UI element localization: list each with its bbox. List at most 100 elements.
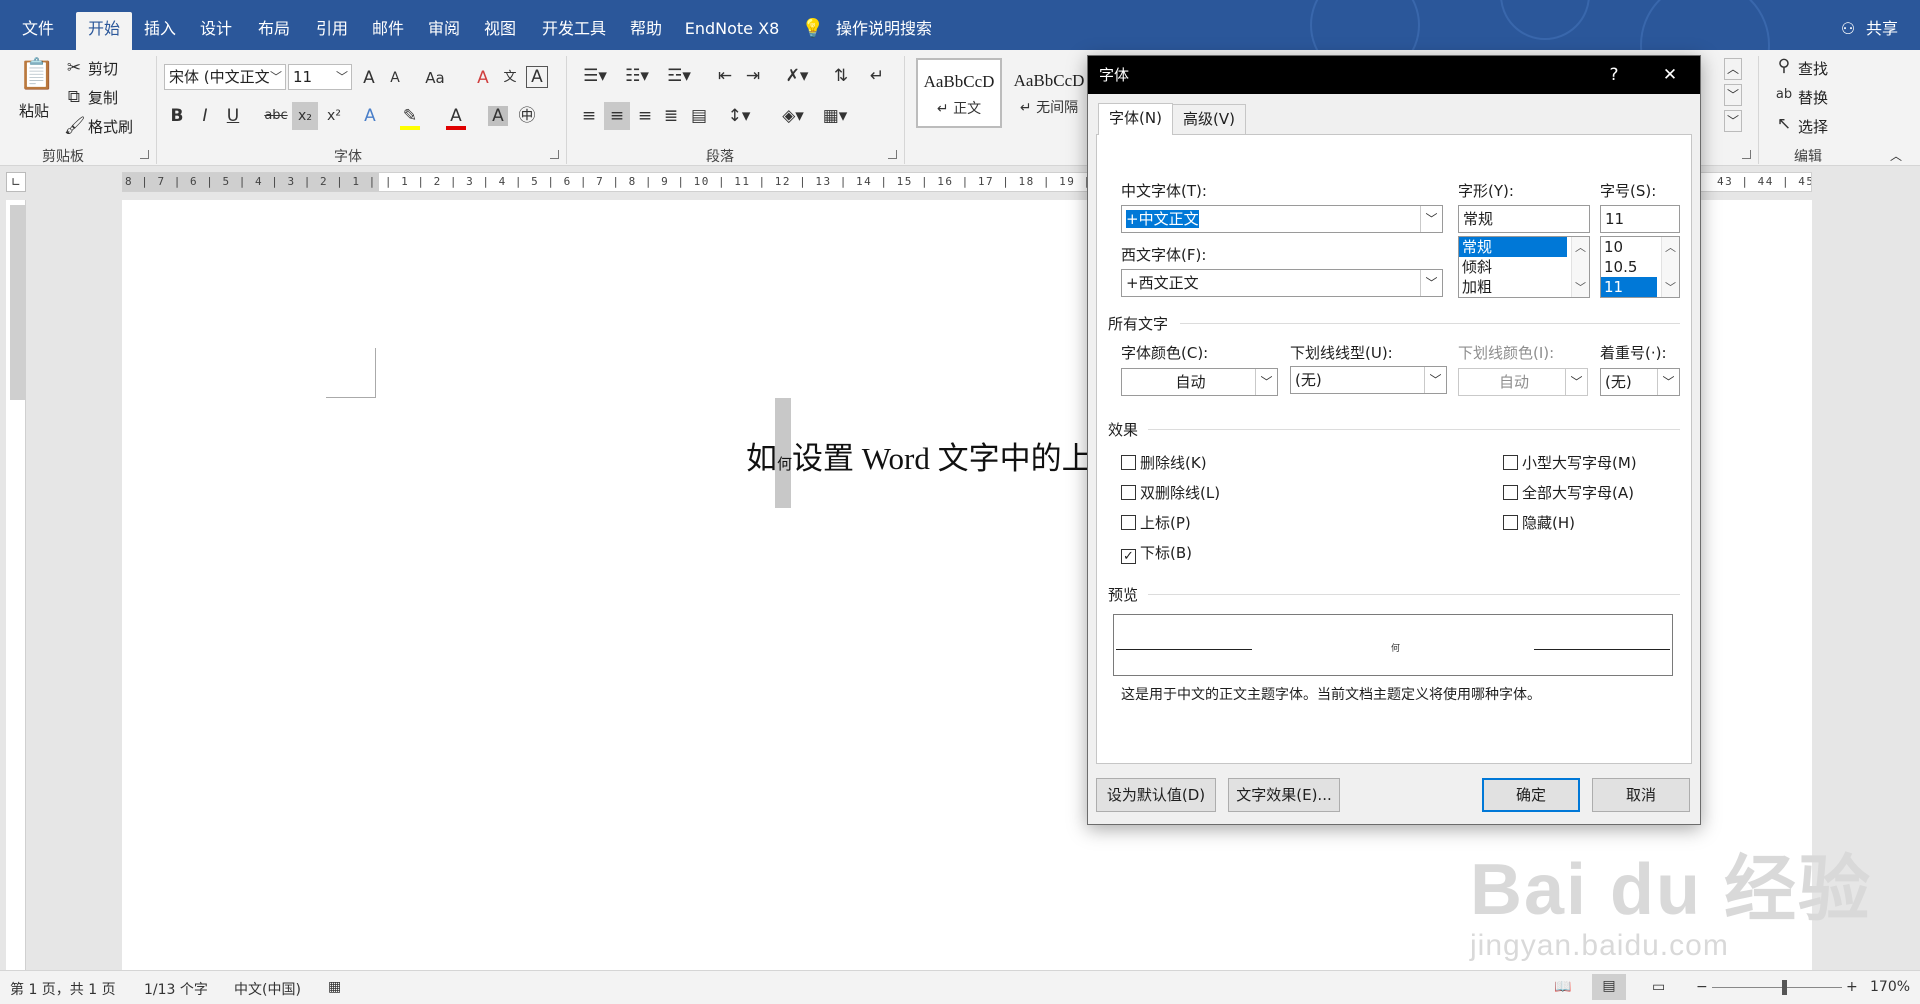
styles-scroll-down-icon[interactable]: ﹀ [1724,84,1742,106]
decrease-indent-icon[interactable]: ⇤ [714,66,736,86]
enclose-char-icon[interactable]: ㊥ [516,106,538,126]
tab-insert[interactable]: 插入 [134,0,186,50]
tab-references[interactable]: 引用 [306,0,358,50]
font-style-input[interactable]: 常规 [1458,205,1590,233]
paste-button[interactable]: 粘贴 [19,100,49,121]
sort-icon[interactable]: ⇅ [830,66,852,86]
show-marks-icon[interactable]: ↵ [866,66,888,86]
macro-record-icon[interactable]: ▦ [328,979,341,995]
ok-button[interactable]: 确定 [1482,778,1580,812]
close-icon[interactable]: ✕ [1650,56,1690,94]
multilevel-list-icon[interactable]: ☲▾ [662,66,696,86]
print-layout-icon[interactable]: ▤ [1592,974,1626,1000]
checkmark-icon[interactable]: ✓ [1121,549,1136,564]
scrollbar[interactable]: ︿ ﹀ [1661,237,1679,297]
scroll-down-icon[interactable]: ﹀ [1575,279,1586,295]
highlight-icon[interactable]: ✎ [400,106,420,130]
lightbulb-icon[interactable]: 💡 [800,0,826,50]
checkbox-box[interactable] [1121,515,1136,530]
clear-format-icon[interactable]: A [474,68,492,88]
font-color-icon[interactable]: A [446,106,466,130]
tab-layout[interactable]: 布局 [248,0,300,50]
checkbox-box[interactable] [1503,515,1518,530]
cut-button[interactable]: 剪切 [88,58,118,79]
vertical-ruler[interactable] [6,200,26,970]
align-right-icon[interactable]: ≡ [634,106,656,126]
tab-home[interactable]: 开始 [76,12,132,50]
font-name-combo[interactable]: 宋体 (中文正文 ﹀ [164,64,286,90]
shading-icon[interactable]: ◈▾ [776,106,810,126]
borders-icon[interactable]: ▦▾ [818,106,852,126]
tab-mailings[interactable]: 邮件 [362,0,414,50]
tab-view[interactable]: 视图 [474,0,526,50]
find-icon[interactable]: ⚲ [1774,56,1794,76]
paragraph-launcher[interactable] [888,150,897,159]
increase-indent-icon[interactable]: ⇥ [742,66,764,86]
chevron-down-icon[interactable]: ﹀ [1657,369,1679,395]
double-strikethrough-checkbox[interactable]: 双删除线(L) [1121,482,1220,503]
zoom-out-icon[interactable]: − [1696,979,1708,995]
shrink-font-icon[interactable]: A [386,68,404,88]
zoom-slider-thumb[interactable] [1782,980,1787,995]
tab-advanced[interactable]: 高级(V) [1172,104,1246,134]
small-caps-checkbox[interactable]: 小型大写字母(M) [1503,452,1637,473]
font-size-combo[interactable]: 11 ﹀ [288,64,352,90]
font-color-combo[interactable]: 自动 ﹀ [1121,368,1278,396]
scroll-down-icon[interactable]: ﹀ [1665,279,1676,295]
replace-icon[interactable]: ab [1774,85,1794,105]
phonetic-guide-icon[interactable]: 文 [500,68,520,88]
align-left-icon[interactable]: ≡ [578,106,600,126]
tell-me-search[interactable]: 操作说明搜索 [834,0,934,50]
cancel-button[interactable]: 取消 [1592,778,1690,812]
asian-layout-icon[interactable]: ✗▾ [780,66,814,86]
tab-endnote[interactable]: EndNote X8 [682,0,782,50]
chevron-down-icon[interactable]: ﹀ [1255,369,1277,395]
font-launcher[interactable] [550,150,559,159]
styles-scroll-up-icon[interactable]: ︿ [1724,58,1742,80]
select-button[interactable]: 选择 [1798,116,1828,137]
zoom-slider[interactable] [1712,987,1842,988]
checkbox-box[interactable] [1503,455,1518,470]
numbering-icon[interactable]: ☷▾ [620,66,654,86]
find-button[interactable]: 查找 [1798,58,1828,79]
format-painter-button[interactable]: 格式刷 [88,116,133,137]
font-style-option[interactable]: 常规 [1459,237,1567,257]
bullets-icon[interactable]: ☰▾ [578,66,612,86]
tab-selector[interactable]: ∟ [6,172,26,192]
line-spacing-icon[interactable]: ↕▾ [722,106,756,126]
change-case-button[interactable]: Aa [422,68,448,88]
text-effects-icon[interactable]: A [360,106,380,126]
web-layout-icon[interactable]: ▭ [1652,979,1665,995]
chevron-down-icon[interactable]: ﹀ [1424,367,1446,393]
tab-developer[interactable]: 开发工具 [536,0,612,50]
checkbox-box[interactable] [1503,485,1518,500]
brush-icon[interactable]: 🖌 [64,116,86,136]
document-text[interactable]: 如何设置 Word 文字中的上 [746,433,1093,478]
set-default-button[interactable]: 设为默认值(D) [1096,778,1216,812]
italic-icon[interactable]: I [196,106,214,126]
tab-design[interactable]: 设计 [190,0,242,50]
justify-icon[interactable]: ≣ [660,106,682,126]
checkbox-box[interactable] [1121,485,1136,500]
chevron-down-icon[interactable]: ﹀ [1420,270,1442,296]
style-no-spacing[interactable]: AaBbCcD ↵ 无间隔 [1006,58,1092,128]
styles-more-icon[interactable]: ﹀ [1724,110,1742,132]
clipboard-launcher[interactable] [140,150,149,159]
dialog-title-bar[interactable]: 字体 ? ✕ [1088,56,1700,94]
emphasis-mark-combo[interactable]: (无) ﹀ [1600,368,1680,396]
superscript-icon[interactable]: x² [322,106,346,126]
zoom-level[interactable]: 170% [1870,979,1910,995]
char-shading-icon[interactable]: A [488,106,508,126]
tab-file[interactable]: 文件 [10,0,66,50]
align-center-icon[interactable]: ≡ [604,102,630,130]
grow-font-icon[interactable]: A [360,68,378,88]
share-button[interactable]: 共享 [1862,0,1902,50]
collapse-ribbon-icon[interactable]: ︿ [1888,146,1904,166]
word-count[interactable]: 1/13 个字 [144,979,208,999]
font-style-list[interactable]: 常规 倾斜 加粗 ︿ ﹀ [1458,236,1590,298]
scrollbar[interactable]: ︿ ﹀ [1571,237,1589,297]
styles-launcher[interactable] [1742,150,1751,159]
chinese-font-combo[interactable]: +中文正文 ﹀ [1121,205,1443,233]
scissors-icon[interactable]: ✂ [64,58,84,78]
chevron-down-icon[interactable]: ﹀ [1420,206,1442,232]
